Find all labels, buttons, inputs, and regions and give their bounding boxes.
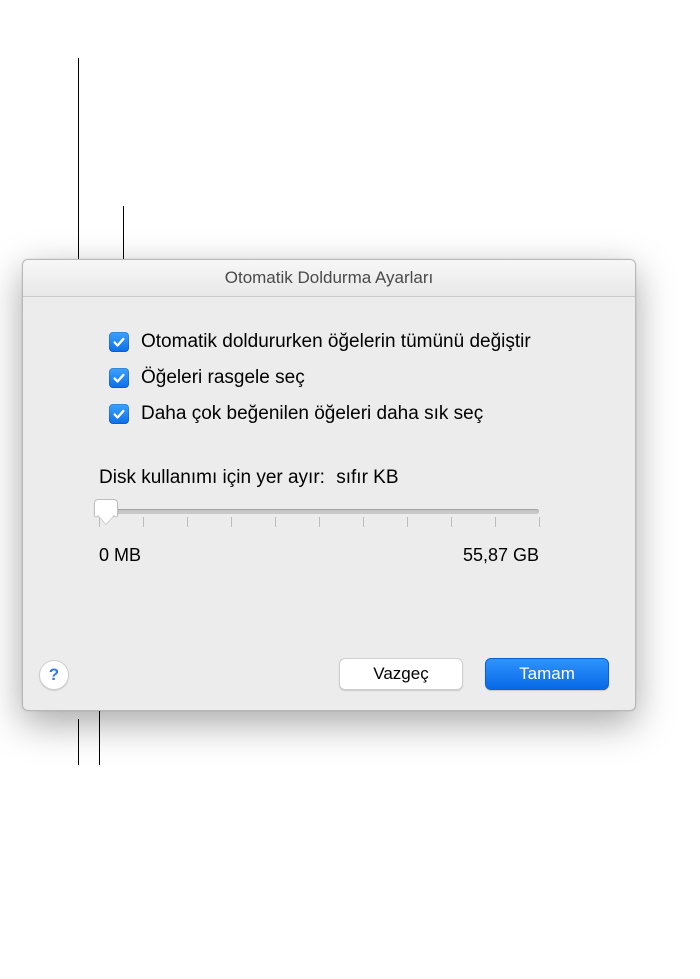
slider-tick — [495, 517, 496, 527]
slider-track — [99, 509, 539, 514]
slider-min-label: 0 MB — [99, 545, 141, 566]
slider-title: Disk kullanımı için yer ayır: sıfır KB — [99, 467, 605, 489]
slider-tick — [451, 517, 452, 527]
slider-tick — [539, 517, 540, 527]
autofill-settings-dialog: Otomatik Doldurma Ayarları Otomatik dold… — [22, 259, 636, 711]
help-button[interactable]: ? — [39, 660, 69, 690]
cancel-button[interactable]: Vazgeç — [339, 658, 463, 690]
slider-tick — [363, 517, 364, 527]
slider-tick — [407, 517, 408, 527]
checkbox-checked-icon[interactable] — [109, 368, 129, 388]
slider-max-label: 55,87 GB — [463, 545, 539, 566]
slider-tick — [319, 517, 320, 527]
checkbox-row-higher-rated[interactable]: Daha çok beğenilen öğeleri daha sık seç — [109, 403, 605, 425]
slider-tick — [231, 517, 232, 527]
checkbox-label: Daha çok beğenilen öğeleri daha sık seç — [141, 403, 483, 425]
checkbox-row-replace-all[interactable]: Otomatik doldururken öğelerin tümünü değ… — [109, 331, 605, 353]
reserve-space-slider[interactable] — [99, 503, 539, 537]
checkbox-row-random[interactable]: Öğeleri rasgele seç — [109, 367, 605, 389]
slider-label: Disk kullanımı için yer ayır: — [99, 467, 325, 488]
slider-value: sıfır KB — [336, 467, 398, 488]
dialog-button-row: Vazgeç Tamam — [339, 658, 609, 690]
checkbox-checked-icon[interactable] — [109, 404, 129, 424]
slider-tick — [143, 517, 144, 527]
callout-line — [78, 719, 79, 765]
checkbox-label: Öğeleri rasgele seç — [141, 367, 305, 389]
slider-range-labels: 0 MB 55,87 GB — [99, 545, 539, 566]
checkbox-label: Otomatik doldururken öğelerin tümünü değ… — [141, 331, 531, 353]
dialog-title: Otomatik Doldurma Ayarları — [23, 260, 635, 297]
dialog-content: Otomatik doldururken öğelerin tümünü değ… — [23, 297, 635, 586]
checkbox-checked-icon[interactable] — [109, 332, 129, 352]
ok-button[interactable]: Tamam — [485, 658, 609, 690]
reserve-space-slider-block: Disk kullanımı için yer ayır: sıfır KB — [99, 467, 605, 566]
slider-tick — [187, 517, 188, 527]
slider-tick — [275, 517, 276, 527]
